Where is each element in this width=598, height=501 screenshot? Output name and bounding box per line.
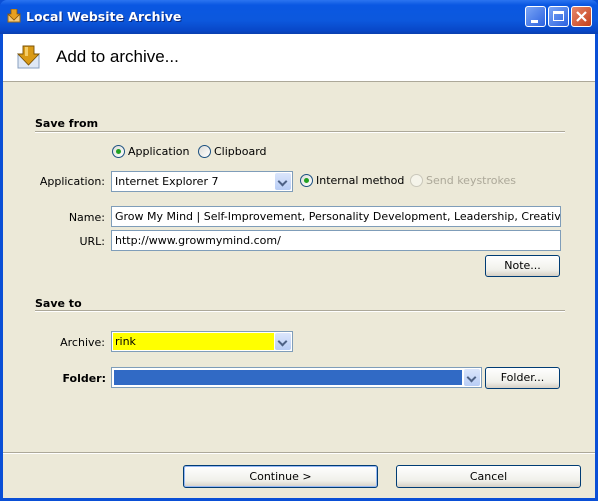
url-input-value: http://www.growmymind.com/ [115, 234, 281, 247]
close-button[interactable] [571, 6, 592, 27]
cancel-button[interactable]: Cancel [396, 465, 581, 488]
source-clipboard-radio[interactable] [198, 145, 211, 158]
internal-method-label[interactable]: Internal method [316, 174, 404, 187]
chevron-down-icon[interactable] [464, 369, 480, 386]
archive-select-value: rink [115, 335, 136, 348]
dialog-client: Add to archive... Save from Application … [3, 34, 595, 498]
folder-select[interactable] [111, 367, 482, 388]
maximize-button[interactable] [548, 6, 569, 27]
save-from-heading: Save from [35, 117, 99, 130]
note-button[interactable]: Note... [485, 255, 560, 277]
url-label: URL: [79, 235, 105, 248]
chevron-down-icon[interactable] [275, 333, 291, 350]
send-keystrokes-radio [410, 174, 423, 187]
url-input[interactable]: http://www.growmymind.com/ [111, 230, 561, 251]
window-title: Local Website Archive [26, 9, 182, 24]
source-clipboard-text: Clipboard [214, 145, 267, 158]
source-application-text: Application [128, 145, 190, 158]
source-application-radio[interactable] [112, 145, 125, 158]
archive-download-icon [7, 9, 21, 23]
archive-select-highlight [113, 333, 274, 350]
minimize-icon [531, 20, 538, 23]
chevron-down-icon[interactable] [275, 173, 291, 190]
footer-divider [3, 452, 595, 454]
dialog-heading: Add to archive... [56, 47, 179, 66]
close-icon [576, 11, 587, 22]
minimize-button[interactable] [525, 6, 546, 27]
save-to-heading: Save to [35, 297, 82, 310]
dialog-window: Local Website Archive Add to archive... … [0, 0, 598, 501]
name-input-value: Grow My Mind | Self-Improvement, Persona… [115, 210, 561, 223]
internal-method-radio[interactable] [300, 174, 313, 187]
save-from-divider [35, 131, 565, 133]
dialog-header: Add to archive... [3, 34, 595, 82]
source-clipboard-label[interactable]: Clipboard [214, 145, 267, 158]
folder-browse-button[interactable]: Folder... [485, 367, 560, 389]
folder-label: Folder: [62, 372, 106, 385]
source-application-label[interactable]: Application [128, 145, 189, 158]
save-to-divider [35, 310, 565, 312]
continue-button[interactable]: Continue > [183, 465, 378, 488]
title-bar[interactable]: Local Website Archive [0, 0, 598, 34]
archive-label: Archive: [60, 336, 105, 349]
folder-select-highlight [114, 370, 462, 385]
application-select-value: Internet Explorer 7 [115, 175, 219, 188]
archive-select[interactable]: rink [111, 331, 293, 352]
name-input[interactable]: Grow My Mind | Self-Improvement, Persona… [111, 206, 561, 227]
application-select[interactable]: Internet Explorer 7 [111, 171, 293, 192]
name-label: Name: [68, 211, 105, 224]
add-to-archive-icon [16, 45, 41, 69]
send-keystrokes-label: Send keystrokes [426, 174, 516, 187]
application-label: Application: [39, 175, 105, 188]
maximize-icon [553, 11, 564, 21]
